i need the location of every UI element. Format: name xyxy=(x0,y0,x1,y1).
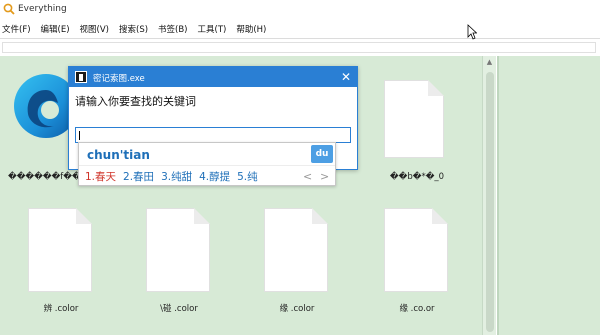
file-icon[interactable] xyxy=(384,208,448,292)
file-label: 缘 .co.or xyxy=(399,304,435,314)
menu-tools[interactable]: 工具(T) xyxy=(198,23,227,35)
dialog-prompt: 请输入你要查找的关键词 xyxy=(75,95,196,108)
ime-candidate-window: chun'tian du 1.春天 2.春田 3.纯甜 4.醇提 5.纯 < > xyxy=(78,142,336,186)
file-icon[interactable] xyxy=(264,208,328,292)
ime-prev-icon[interactable]: < xyxy=(303,170,312,183)
file-icon[interactable] xyxy=(146,208,210,292)
file-label: \碰 .color xyxy=(160,304,198,314)
ime-candidate[interactable]: 3.纯甜 xyxy=(161,169,192,184)
close-icon[interactable]: ✕ xyxy=(341,70,351,84)
ime-candidate[interactable]: 1.春天 xyxy=(85,169,116,184)
ime-next-icon[interactable]: > xyxy=(320,170,329,183)
file-icon[interactable] xyxy=(28,208,92,292)
file-label: ������f�������� xyxy=(8,172,134,182)
everything-app-icon xyxy=(3,3,15,15)
file-icon[interactable] xyxy=(384,80,444,158)
file-label: 辨 .color xyxy=(43,304,79,314)
file-label: ��b�*�_0 xyxy=(389,172,445,182)
menu-bar: 文件(F) 编辑(E) 视图(V) 搜索(S) 书签(B) 工具(T) 帮助(H… xyxy=(0,20,600,38)
dialog-title: 密记索图.exe xyxy=(93,74,145,84)
menu-view[interactable]: 视图(V) xyxy=(80,23,109,35)
preview-pane xyxy=(497,56,600,335)
scroll-up-icon[interactable]: ▲ xyxy=(485,58,494,67)
keyword-input[interactable] xyxy=(75,127,351,143)
ime-candidates: 1.春天 2.春田 3.纯甜 4.醇提 5.纯 xyxy=(85,169,265,184)
title-bar: Everything xyxy=(0,0,600,20)
app-icon xyxy=(75,71,87,83)
dialog-title-bar: 密记索图.exe ✕ xyxy=(69,67,357,87)
menu-search[interactable]: 搜索(S) xyxy=(119,23,148,35)
mouse-cursor-icon xyxy=(467,24,477,40)
text-caret xyxy=(79,131,80,140)
menu-file[interactable]: 文件(F) xyxy=(2,23,31,35)
ime-composition: chun'tian xyxy=(87,148,150,162)
baidu-ime-logo-icon[interactable]: du xyxy=(311,145,333,163)
ime-candidate[interactable]: 2.春田 xyxy=(123,169,154,184)
menu-bookmarks[interactable]: 书签(B) xyxy=(158,23,187,35)
search-bar xyxy=(0,38,600,56)
vertical-scrollbar[interactable]: ▲ xyxy=(482,56,496,335)
menu-help[interactable]: 帮助(H) xyxy=(236,23,266,35)
search-input[interactable] xyxy=(2,42,596,53)
window-title: Everything xyxy=(18,4,67,14)
ime-candidate[interactable]: 4.醇提 xyxy=(199,169,230,184)
scroll-thumb[interactable] xyxy=(486,72,494,332)
file-label: 缘 .color xyxy=(279,304,315,314)
ime-candidate[interactable]: 5.纯 xyxy=(237,169,258,184)
menu-edit[interactable]: 编辑(E) xyxy=(41,23,70,35)
